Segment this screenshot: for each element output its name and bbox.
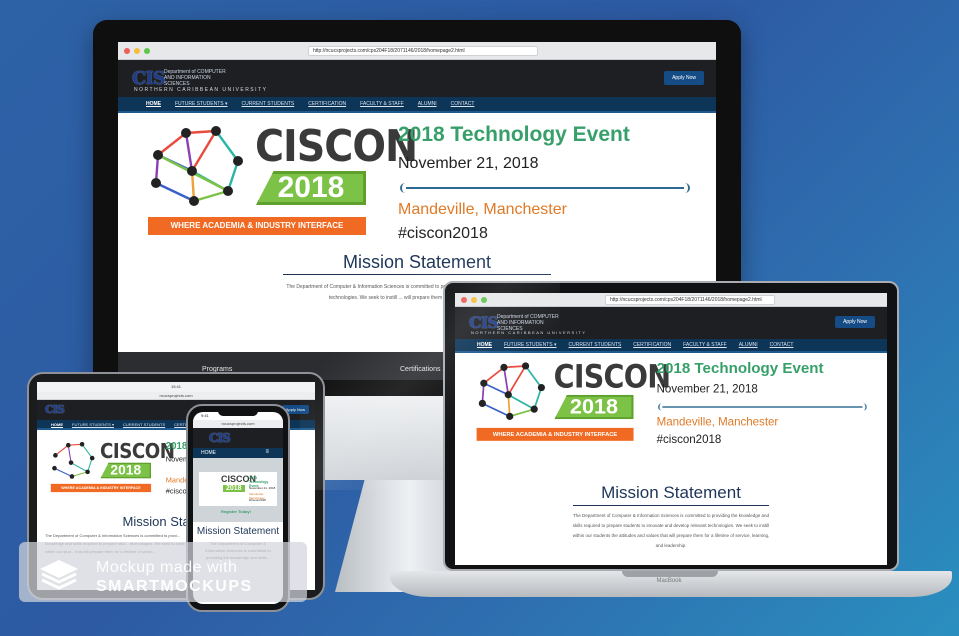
close-dot-icon[interactable] bbox=[461, 296, 467, 303]
event-hashtag: #ciscon2018 bbox=[398, 225, 488, 242]
network-graph-icon bbox=[478, 362, 545, 420]
address-bar[interactable]: http://ncucsprojects.com/cps204F18/20711… bbox=[308, 46, 538, 56]
main-nav: HOME FUTURE STUDENTS ▾ CURRENT STUDENTS … bbox=[455, 339, 887, 353]
ciscon-wordmark: CISCON bbox=[100, 439, 175, 464]
ciscon-wordmark: CISCON bbox=[553, 358, 671, 396]
register-button[interactable]: Register Today! bbox=[221, 509, 251, 514]
site-header: CIS Department of COMPUTER AND INFORMATI… bbox=[118, 60, 716, 97]
tagline-banner: WHERE ACADEMIA & INDUSTRY INTERFACE bbox=[148, 217, 366, 235]
ipad-address-bar[interactable]: ncucsprojects.com bbox=[37, 392, 315, 400]
watermark-line1: Mockup made with bbox=[96, 559, 238, 576]
main-nav: HOME FUTURE STUDENTS ▾ CURRENT STUDENTS … bbox=[118, 97, 716, 113]
mission-text: The Department of Computer & Information… bbox=[572, 513, 770, 548]
year-badge: 2018 bbox=[223, 485, 245, 492]
nav-home[interactable]: HOME bbox=[477, 342, 492, 348]
maximize-dot-icon[interactable] bbox=[481, 296, 487, 303]
minimize-dot-icon[interactable] bbox=[471, 296, 477, 303]
event-date: November 21, 2018 bbox=[398, 155, 539, 172]
iphone-address-bar[interactable]: ncucsprojects.com bbox=[193, 420, 283, 428]
layers-icon bbox=[40, 560, 78, 590]
event-location: Mandeville, Manchester bbox=[398, 201, 567, 218]
nav-certification[interactable]: CERTIFICATION bbox=[308, 101, 346, 107]
hero-section: CISCON 2018 WHERE ACADEMIA & INDUSTRY IN… bbox=[118, 113, 716, 243]
tagline-banner: WHERE ACADEMIA & INDUSTRY INTERFACE bbox=[50, 483, 152, 493]
laptop-browser: http://ncucsprojects.com/cps204F18/20711… bbox=[455, 293, 887, 565]
minimize-dot-icon[interactable] bbox=[134, 47, 140, 54]
address-bar[interactable]: http://ncucsprojects.com/cps204F18/20711… bbox=[605, 295, 775, 305]
footer-certifications[interactable]: Certifications bbox=[400, 366, 440, 373]
nav-faculty-staff[interactable]: FACULTY & STAFF bbox=[360, 101, 404, 107]
nav-faculty-staff[interactable]: FACULTY & STAFF bbox=[683, 342, 727, 348]
site-header: CIS Department of COMPUTER AND INFORMATI… bbox=[455, 307, 887, 339]
event-location: Mandeville, Manchester bbox=[656, 416, 779, 429]
decorative-divider bbox=[658, 403, 867, 411]
iphone-notch bbox=[218, 410, 258, 416]
ciscon-wordmark: CISCON bbox=[255, 121, 418, 172]
year-badge: 2018 bbox=[554, 394, 634, 420]
maximize-dot-icon[interactable] bbox=[144, 47, 150, 54]
cis-logo[interactable]: CIS bbox=[45, 403, 65, 416]
nav-current-students[interactable]: CURRENT STUDENTS bbox=[569, 342, 622, 348]
mission-title: Mission Statement bbox=[342, 252, 492, 272]
hero-banner: CISCON 2018 2018 Technology Event Novemb… bbox=[193, 458, 283, 522]
apply-now-button[interactable]: Apply Now bbox=[664, 71, 704, 85]
university-name: NORTHERN CARIBBEAN UNIVERSITY bbox=[134, 87, 268, 93]
browser-toolbar: http://ncucsprojects.com/cps204F18/20711… bbox=[118, 42, 716, 60]
network-graph-icon bbox=[151, 126, 243, 206]
site-header: CIS bbox=[193, 428, 283, 448]
network-graph-icon bbox=[52, 441, 95, 479]
nav-contact[interactable]: CONTACT bbox=[451, 101, 475, 107]
decorative-divider bbox=[400, 183, 690, 193]
mobile-nav: HOME ≡ bbox=[193, 448, 283, 458]
apple-icon bbox=[400, 418, 434, 458]
macbook-label: MacBook bbox=[656, 578, 682, 584]
hero-section: CISCON 2018 WHERE ACADEMIA & INDUSTRY IN… bbox=[455, 353, 887, 446]
event-title: 2018 Technology Event bbox=[656, 360, 824, 377]
mission-rule bbox=[283, 274, 551, 275]
nav-home[interactable]: HOME bbox=[201, 450, 216, 456]
department-name: Department of COMPUTER AND INFORMATION S… bbox=[164, 69, 226, 87]
hero-card: CISCON 2018 2018 Technology Event Novemb… bbox=[199, 472, 277, 506]
nav-current-students[interactable]: CURRENT STUDENTS bbox=[242, 101, 295, 107]
event-title: 2018 Technology Event bbox=[398, 123, 630, 146]
nav-future-students[interactable]: FUTURE STUDENTS ▾ bbox=[175, 101, 228, 107]
ipad-status-bar: 15:41 bbox=[37, 382, 315, 392]
event-date: November 21, 2018 bbox=[656, 383, 758, 396]
nav-contact[interactable]: CONTACT bbox=[770, 342, 794, 348]
mission-title: Mission Statement bbox=[196, 526, 280, 537]
nav-alumni[interactable]: ALUMNI bbox=[739, 342, 758, 348]
event-hashtag: #ciscon2018 bbox=[249, 498, 266, 502]
nav-future-students[interactable]: FUTURE STUDENTS ▾ bbox=[504, 342, 557, 348]
apply-now-button[interactable]: Apply Now bbox=[835, 316, 875, 328]
year-badge: 2018 bbox=[100, 462, 152, 479]
close-dot-icon[interactable] bbox=[124, 47, 130, 54]
cis-logo[interactable]: CIS bbox=[209, 431, 231, 445]
nav-current-students[interactable]: CURRENT STUDENTS bbox=[123, 422, 165, 427]
laptop-notch bbox=[622, 571, 718, 577]
university-name: NORTHERN CARIBBEAN UNIVERSITY bbox=[471, 330, 587, 335]
nav-future-students[interactable]: FUTURE STUDENTS ▾ bbox=[72, 422, 114, 427]
mission-title: Mission Statement bbox=[601, 483, 741, 502]
mission-rule bbox=[573, 505, 769, 506]
watermark-line2: SMARTMOCKUPS bbox=[96, 578, 253, 595]
browser-toolbar: http://ncucsprojects.com/cps204F18/20711… bbox=[455, 293, 887, 307]
tagline-banner: WHERE ACADEMIA & INDUSTRY INTERFACE bbox=[476, 427, 634, 441]
nav-certification[interactable]: CERTIFICATION bbox=[633, 342, 671, 348]
nav-home[interactable]: HOME bbox=[51, 422, 63, 427]
nav-home[interactable]: HOME bbox=[146, 101, 161, 107]
event-date: November 21, 2018 bbox=[249, 486, 276, 490]
event-hashtag: #ciscon2018 bbox=[656, 433, 722, 446]
hamburger-icon[interactable]: ≡ bbox=[265, 449, 269, 455]
nav-alumni[interactable]: ALUMNI bbox=[418, 101, 437, 107]
cis-logo[interactable]: CIS bbox=[132, 68, 166, 89]
year-badge: 2018 bbox=[256, 171, 366, 205]
